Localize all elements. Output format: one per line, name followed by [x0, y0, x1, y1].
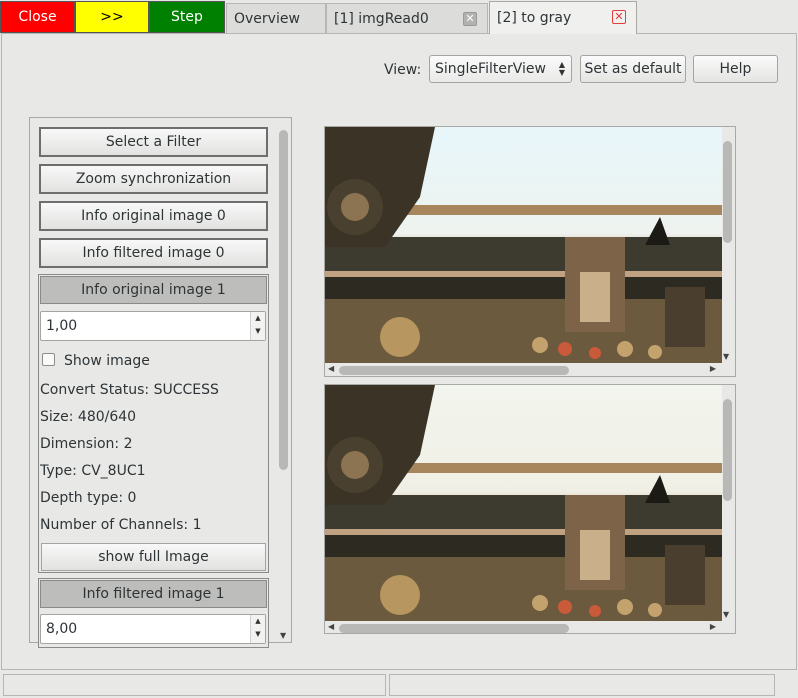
convert-status: Convert Status: SUCCESS: [40, 382, 219, 398]
view-select[interactable]: SingleFilterView ▲ ▼: [429, 55, 572, 83]
select-filter-button[interactable]: Select a Filter: [39, 127, 268, 157]
scroll-arrow-icon[interactable]: ▼: [723, 610, 729, 619]
show-image-label: Show image: [64, 353, 150, 369]
image-vertical-scrollbar[interactable]: ▼: [720, 385, 735, 621]
typewriter-photo-original: [325, 127, 722, 363]
scrollbar-thumb[interactable]: [339, 624, 569, 633]
zoom-spinbox-original[interactable]: 1,00 ▲ ▼: [40, 311, 266, 341]
show-full-image-button[interactable]: show full Image: [41, 543, 266, 571]
tab-to-gray[interactable]: [2] to gray ✕: [489, 1, 637, 34]
image-horizontal-scrollbar[interactable]: ◀ ▶: [325, 363, 722, 377]
image-dimension: Dimension: 2: [40, 436, 133, 452]
view-label: View:: [384, 62, 422, 78]
status-cell-left: [3, 674, 386, 696]
info-original-0-button[interactable]: Info original image 0: [39, 201, 268, 231]
scroll-arrow-icon[interactable]: ▼: [723, 352, 729, 361]
scroll-arrow-icon[interactable]: ▼: [280, 631, 286, 640]
show-image-checkbox[interactable]: [42, 353, 55, 366]
tab-label: [2] to gray: [497, 10, 572, 26]
original-image-view: ▼ ◀ ▶: [324, 126, 736, 377]
zoom-value: 8,00: [46, 621, 78, 637]
next-button[interactable]: >>: [75, 1, 149, 33]
status-bar: [0, 672, 798, 698]
image-type: Type: CV_8UC1: [40, 463, 146, 479]
dropdown-arrows-icon: ▲ ▼: [558, 60, 565, 77]
original-image[interactable]: [325, 127, 722, 363]
help-button[interactable]: Help: [693, 55, 778, 83]
filtered-image[interactable]: [325, 385, 722, 621]
spin-arrows-icon[interactable]: ▲ ▼: [250, 312, 265, 340]
info-original-1-header[interactable]: Info original image 1: [40, 276, 267, 304]
tab-overview[interactable]: Overview: [226, 3, 326, 33]
scrollbar-thumb[interactable]: [339, 366, 569, 375]
scrollbar-thumb[interactable]: [723, 399, 732, 501]
scrollbar-thumb[interactable]: [279, 130, 288, 470]
image-horizontal-scrollbar[interactable]: ◀ ▶: [325, 621, 722, 635]
close-button[interactable]: Close: [0, 1, 75, 33]
scroll-arrow-icon[interactable]: ▶: [710, 364, 716, 373]
view-select-value: SingleFilterView: [435, 61, 546, 77]
tab-imgread[interactable]: [1] imgRead0 ✕: [326, 3, 488, 33]
set-default-button[interactable]: Set as default: [580, 55, 686, 83]
status-cell-right: [389, 674, 775, 696]
typewriter-photo-filtered: [325, 385, 722, 621]
scrollbar-thumb[interactable]: [723, 141, 732, 243]
zoom-sync-button[interactable]: Zoom synchronization: [39, 164, 268, 194]
depth-type: Depth type: 0: [40, 490, 137, 506]
spin-arrows-icon[interactable]: ▲ ▼: [250, 615, 265, 643]
close-tab-icon[interactable]: ✕: [612, 10, 626, 24]
zoom-value: 1,00: [46, 318, 78, 334]
step-button[interactable]: Step: [149, 1, 225, 33]
channel-count: Number of Channels: 1: [40, 517, 202, 533]
info-filtered-1-header[interactable]: Info filtered image 1: [40, 580, 267, 608]
scroll-arrow-icon[interactable]: ◀: [328, 622, 334, 631]
info-filtered-0-button[interactable]: Info filtered image 0: [39, 238, 268, 268]
zoom-spinbox-filtered[interactable]: 8,00 ▲ ▼: [40, 614, 266, 644]
image-size: Size: 480/640: [40, 409, 137, 425]
tab-label: [1] imgRead0: [334, 10, 429, 27]
scroll-arrow-icon[interactable]: ▶: [710, 622, 716, 631]
scroll-arrow-icon[interactable]: ◀: [328, 364, 334, 373]
tab-row: Close >> Step Overview [1] imgRead0 ✕ [2…: [0, 0, 798, 34]
left-panel-scrollbar[interactable]: ▼: [276, 117, 292, 643]
filtered-image-view: ▼ ◀ ▶: [324, 384, 736, 634]
tab-label: Overview: [234, 10, 300, 27]
close-tab-icon[interactable]: ✕: [463, 12, 477, 26]
image-vertical-scrollbar[interactable]: ▼: [720, 127, 735, 363]
